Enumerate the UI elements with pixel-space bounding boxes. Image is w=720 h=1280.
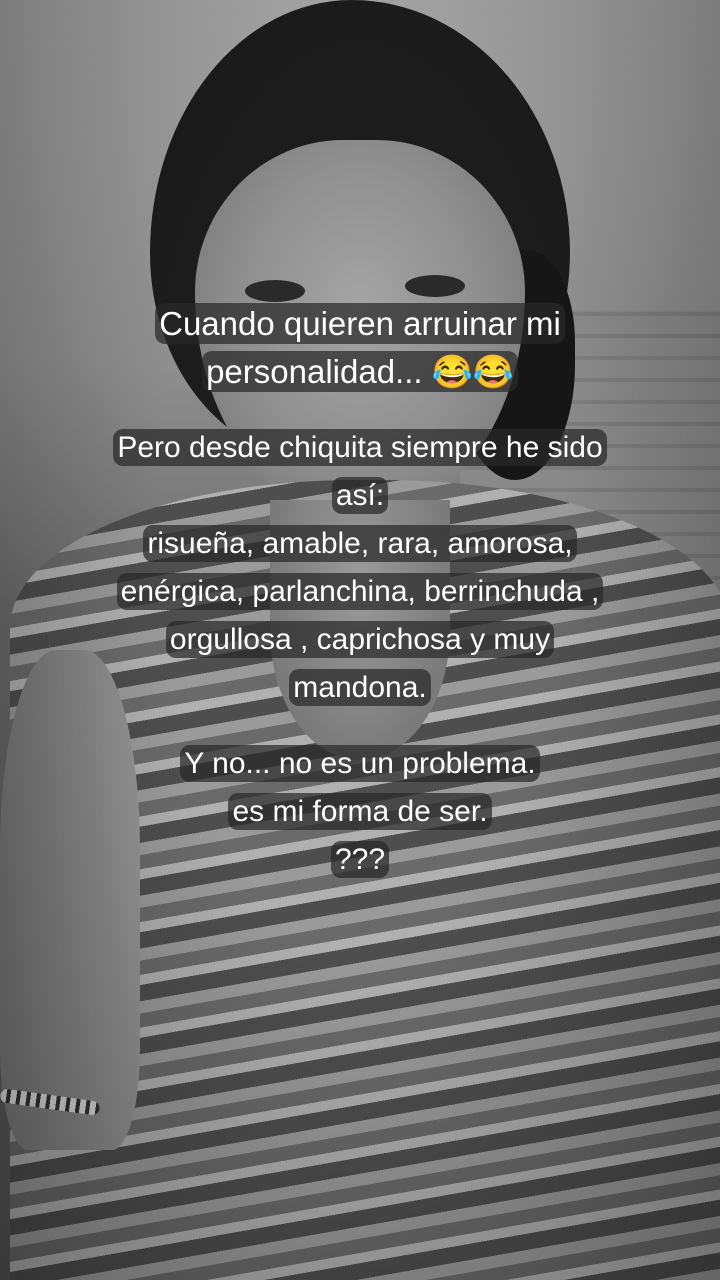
caption-text: personalidad... 😂😂: [202, 351, 518, 392]
caption-line: mandona.: [40, 664, 680, 712]
caption-text: mandona.: [289, 669, 431, 706]
caption-text: enérgica, parlanchina, berrinchuda ,: [116, 573, 604, 610]
caption-line: Pero desde chiquita siempre he sido: [40, 424, 680, 472]
caption-text: Pero desde chiquita siempre he sido: [113, 429, 607, 466]
caption-text: ???: [330, 841, 390, 878]
caption-text: así:: [331, 477, 389, 514]
caption-line: enérgica, parlanchina, berrinchuda ,: [40, 568, 680, 616]
caption-line: así:: [40, 472, 680, 520]
caption-line: Cuando quieren arruinar mi: [40, 300, 680, 348]
caption-text: es mi forma de ser.: [228, 793, 492, 830]
caption-text: Cuando quieren arruinar mi: [155, 303, 565, 344]
caption-text: risueña, amable, rara, amorosa,: [143, 525, 577, 562]
caption-overlay: Cuando quieren arruinar mi personalidad.…: [40, 300, 680, 884]
caption-line: personalidad... 😂😂: [40, 348, 680, 396]
caption-line: Y no... no es un problema.: [40, 740, 680, 788]
caption-text: orgullosa , caprichosa y muy: [165, 621, 555, 658]
caption-line: risueña, amable, rara, amorosa,: [40, 520, 680, 568]
caption-line: orgullosa , caprichosa y muy: [40, 616, 680, 664]
caption-text: Y no... no es un problema.: [180, 745, 540, 782]
caption-line: es mi forma de ser.: [40, 788, 680, 836]
caption-line: ???: [40, 836, 680, 884]
